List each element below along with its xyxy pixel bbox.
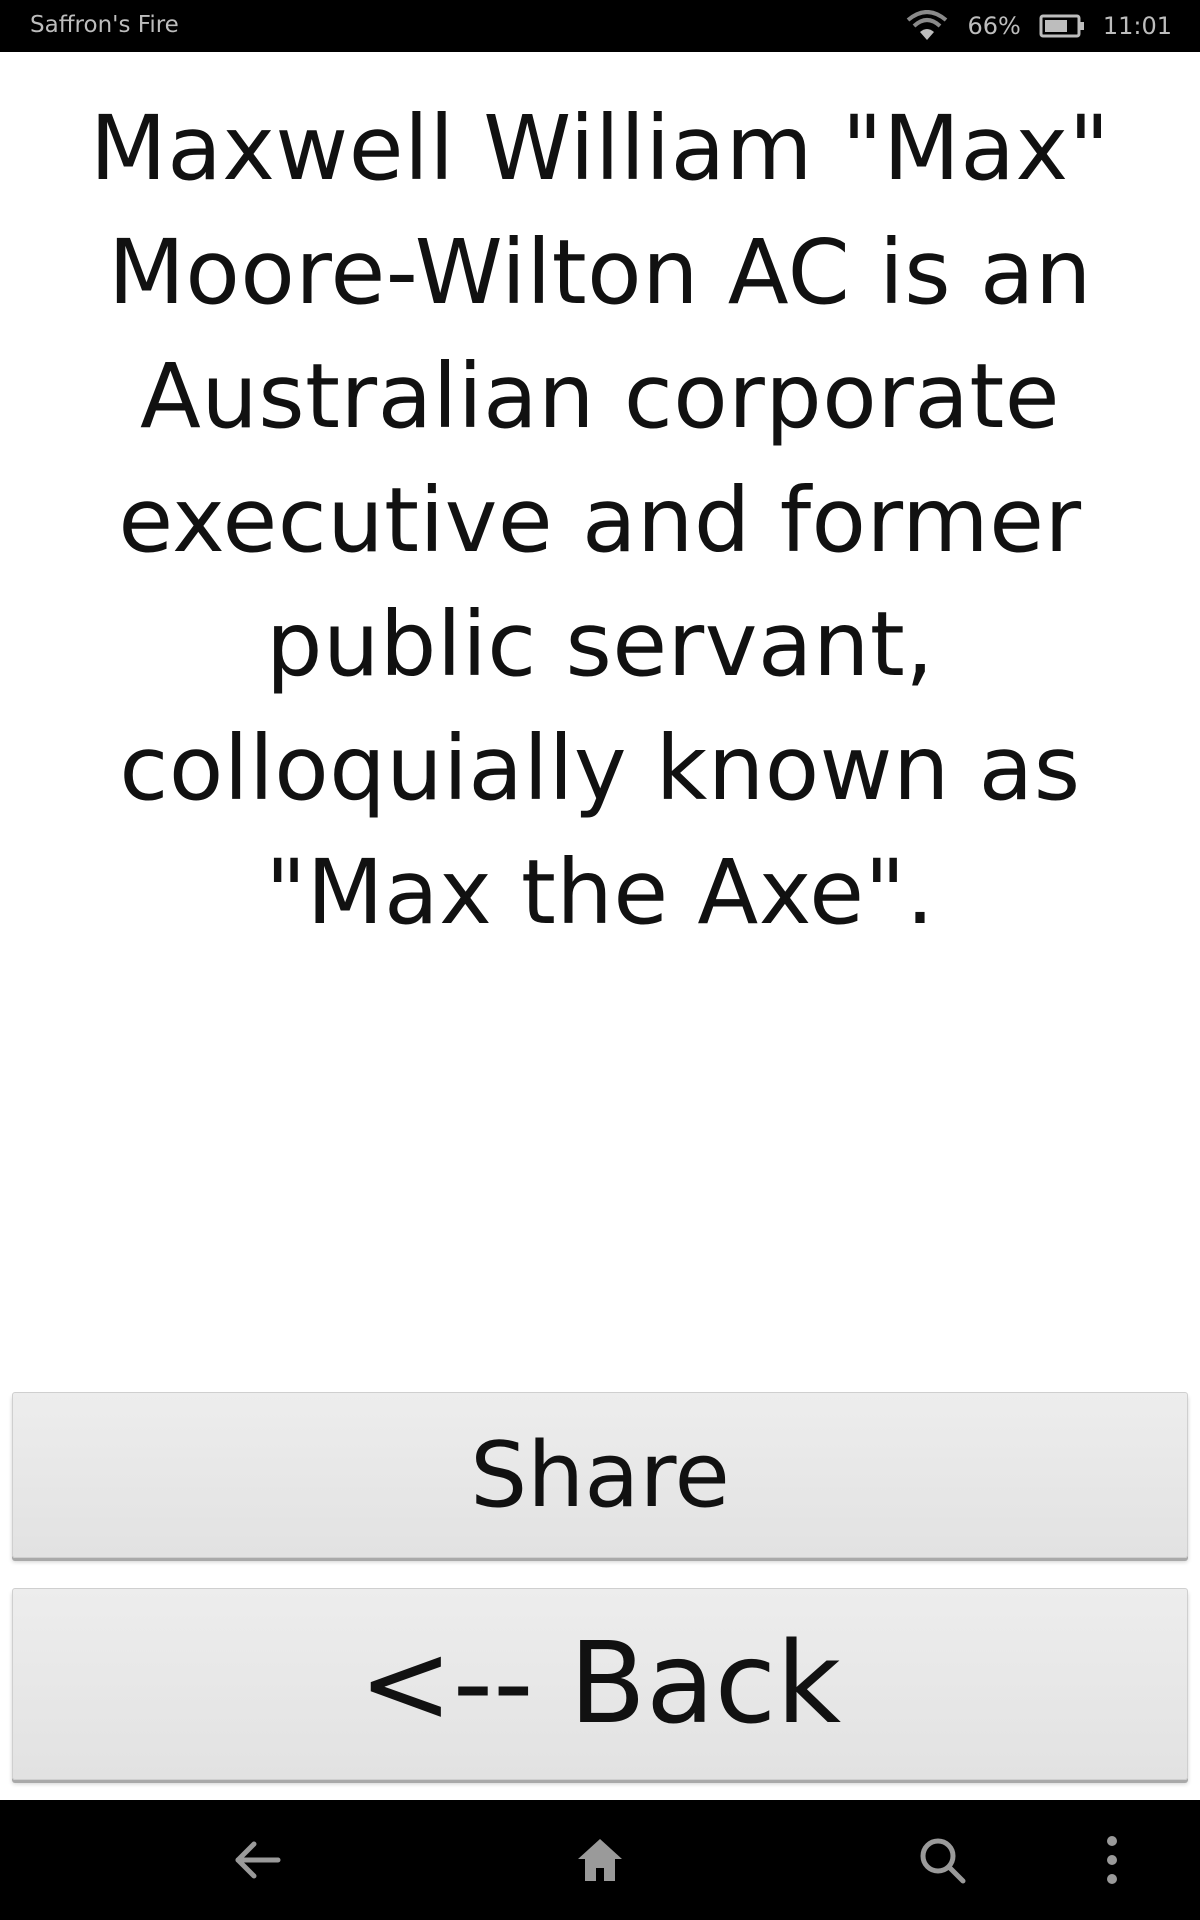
share-button[interactable]: Share [12,1392,1188,1558]
fact-text: Maxwell William "Max" Moore-Wilton AC is… [89,96,1111,944]
home-icon[interactable] [570,1830,630,1890]
battery-icon [1039,13,1085,39]
content-area: Maxwell William "Max" Moore-Wilton AC is… [0,52,1200,1372]
status-app-name: Saffron's Fire [30,12,179,38]
wifi-icon [905,10,949,42]
back-arrow-icon[interactable] [228,1830,288,1890]
status-bar: Saffron's Fire 66% 11:01 [0,0,1200,52]
status-indicators: 66% 11:01 [905,8,1172,44]
navigation-bar [0,1800,1200,1920]
status-time: 11:01 [1102,12,1172,40]
back-button[interactable]: <-- Back [12,1588,1188,1780]
more-vert-icon[interactable] [1082,1830,1142,1890]
battery-percent: 66% [967,12,1021,40]
search-icon[interactable] [912,1830,972,1890]
